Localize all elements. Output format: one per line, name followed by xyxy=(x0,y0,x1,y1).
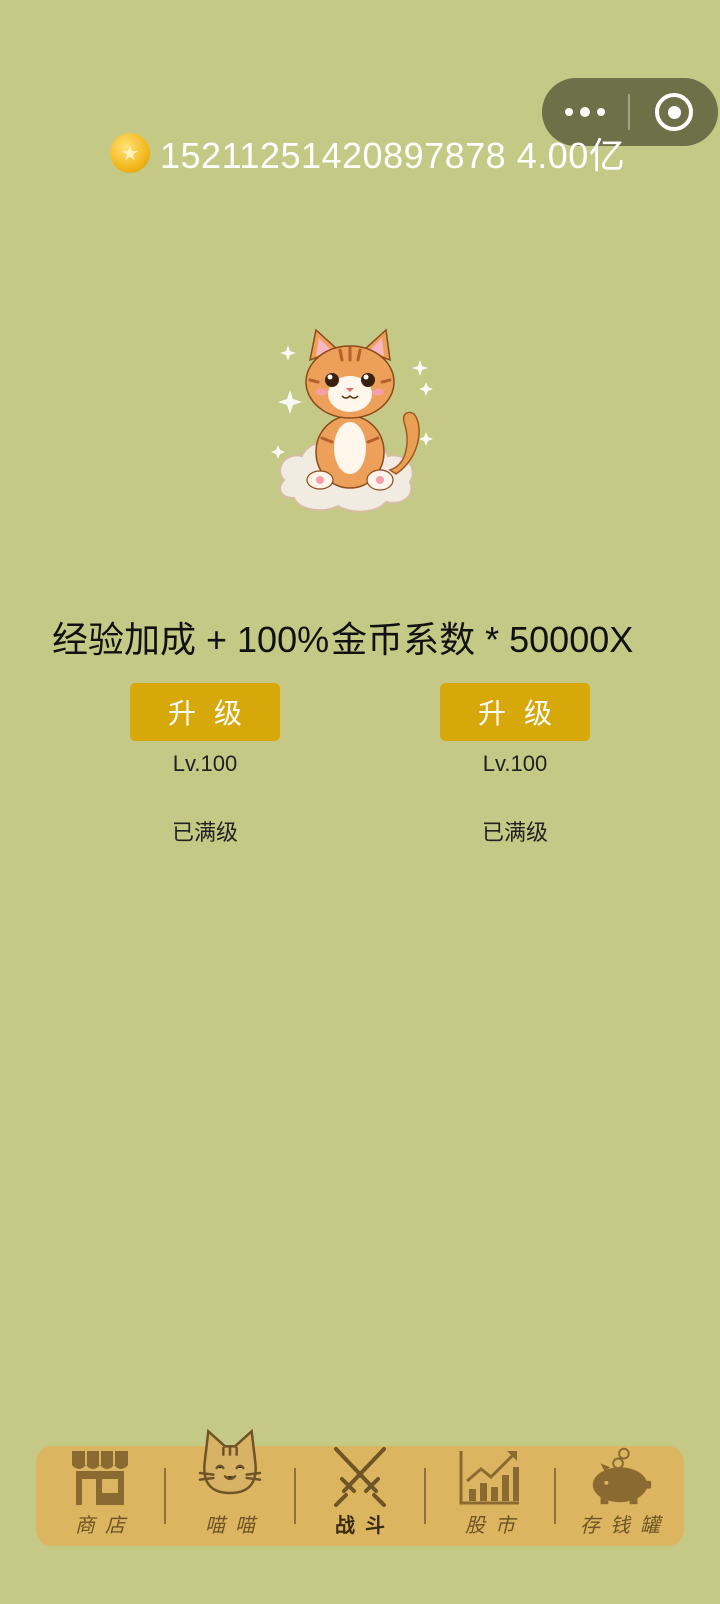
tab-battle-label: 战斗 xyxy=(335,1513,395,1537)
close-button[interactable] xyxy=(630,78,718,146)
gold-coin-icon: ★ xyxy=(110,133,150,173)
coin-factor-text: 金币系数 * 50000X xyxy=(331,619,634,660)
exp-level-label: Lv.100 xyxy=(172,751,238,776)
stock-chart-icon xyxy=(455,1446,525,1507)
crossed-swords-icon xyxy=(325,1445,395,1507)
exp-max-status: 已满级 xyxy=(171,821,238,846)
cat-face-icon xyxy=(195,1419,265,1507)
shop-icon xyxy=(65,1446,135,1507)
coin-balance: ★ 15211251420897878 4.00亿 xyxy=(110,130,625,176)
upgrade-column-coin: 升级 Lv.100 已满级 xyxy=(440,683,590,847)
upgrade-column-exp: 升级 Lv.100 已满级 xyxy=(130,683,280,847)
coin-max-status: 已满级 xyxy=(481,821,548,846)
tab-cat[interactable]: 喵喵 xyxy=(166,1428,294,1546)
tab-shop[interactable]: 商店 xyxy=(36,1446,164,1546)
tab-piggy-bank-label: 存钱罐 xyxy=(580,1513,670,1537)
cat-illustration xyxy=(270,320,440,520)
coin-level-label: Lv.100 xyxy=(482,751,548,776)
tab-stocks-label: 股市 xyxy=(465,1513,525,1537)
tab-cat-label: 喵喵 xyxy=(205,1513,265,1537)
piggy-bank-icon xyxy=(585,1445,655,1507)
upgrade-exp-button[interactable]: 升级 xyxy=(130,683,280,741)
tab-piggy-bank[interactable]: 存钱罐 xyxy=(556,1446,684,1546)
target-circle-icon xyxy=(655,93,693,131)
bottom-tab-bar: 商店 喵喵 战斗 股市 存钱罐 xyxy=(36,1428,684,1546)
exp-bonus-text: 经验加成 + 100% xyxy=(52,619,330,660)
stats-line: 经验加成 + 100% 金币系数 * 50000X xyxy=(52,612,692,662)
upgrade-coin-button[interactable]: 升级 xyxy=(440,683,590,741)
tab-battle[interactable]: 战斗 xyxy=(296,1446,424,1546)
tab-shop-label: 商店 xyxy=(75,1513,135,1537)
tab-stocks[interactable]: 股市 xyxy=(426,1446,554,1546)
coin-amount: 15211251420897878 4.00亿 xyxy=(160,135,626,176)
